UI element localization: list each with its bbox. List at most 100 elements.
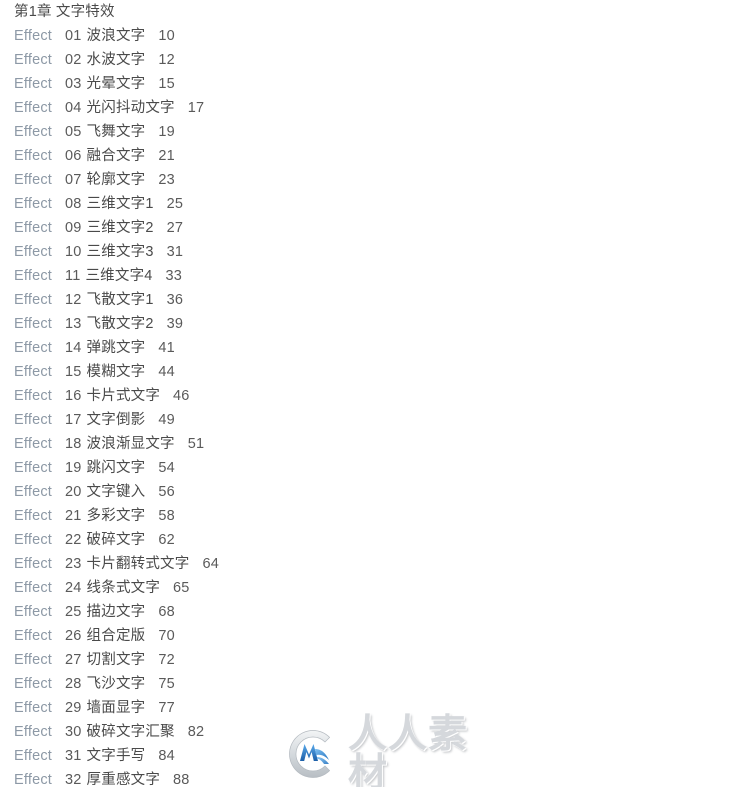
toc-entry-page-number: 41 (158, 340, 175, 356)
toc-entry[interactable]: Effect 16 卡片式文字 46 (14, 384, 714, 408)
toc-entry-label: Effect (14, 604, 53, 620)
toc-entry-label: Effect (14, 700, 53, 716)
toc-entry-number: 16 (65, 388, 82, 404)
toc-entry[interactable]: Effect 12 飞散文字1 36 (14, 288, 714, 312)
toc-entry[interactable]: Effect 02 水波文字 12 (14, 48, 714, 72)
toc-entry[interactable]: Effect 29 墙面显字 77 (14, 696, 714, 720)
toc-entry-page-number: 62 (158, 532, 175, 548)
toc-entry-label: Effect (14, 772, 53, 787)
toc-entry-name: 轮廓文字 (86, 172, 146, 188)
toc-entry-label: Effect (14, 580, 53, 596)
toc-entry-number: 15 (65, 364, 82, 380)
toc-entry-number: 30 (65, 724, 82, 740)
toc-entry-page-number: 36 (166, 292, 184, 308)
toc-entry-number: 20 (65, 484, 82, 500)
toc-entry-number: 26 (65, 628, 82, 644)
toc-entry-name: 文字手写 (86, 748, 146, 764)
toc-entry-label: Effect (14, 220, 53, 236)
toc-entry[interactable]: Effect 06 融合文字 21 (14, 144, 714, 168)
toc-entry[interactable]: Effect 30 破碎文字汇聚 82 (14, 720, 714, 744)
toc-entry[interactable]: Effect 05 飞舞文字 19 (14, 120, 714, 144)
toc-entry-name: 弹跳文字 (86, 340, 146, 356)
toc-entry-number: 07 (65, 172, 82, 188)
toc-entry-label: Effect (14, 340, 53, 356)
toc-entry[interactable]: Effect 23 卡片翻转式文字 64 (14, 552, 714, 576)
toc-entry-name: 描边文字 (86, 604, 146, 620)
toc-entry-number: 14 (65, 340, 82, 356)
toc-entry-page-number: 65 (173, 580, 190, 596)
toc-entry-list: Effect 01 波浪文字 10 Effect 02 水波文字 12 Effect 03 光晕文字… (14, 24, 714, 787)
toc-entry-page-number: 82 (187, 724, 205, 740)
toc-entry-name: 光晕文字 (86, 76, 146, 92)
toc-entry-number: 32 (65, 772, 82, 787)
toc-entry-page-number: 84 (158, 748, 175, 764)
chapter-title: 第1章 文字特效 (14, 4, 115, 20)
toc-entry-number: 29 (65, 700, 82, 716)
toc-entry-label: Effect (14, 556, 53, 572)
toc-entry-page-number: 58 (158, 508, 175, 524)
toc-entry-name: 融合文字 (86, 148, 146, 164)
toc-entry-label: Effect (14, 676, 53, 692)
toc-entry-label: Effect (14, 652, 53, 668)
toc-entry[interactable]: Effect 21 多彩文字 58 (14, 504, 714, 528)
toc-entry[interactable]: Effect 31 文字手写 84 (14, 744, 714, 768)
toc-entry-name: 飞散文字2 (86, 316, 154, 332)
toc-entry-label: Effect (14, 292, 53, 308)
toc-entry[interactable]: Effect 22 破碎文字 62 (14, 528, 714, 552)
toc-entry[interactable]: Effect 26 组合定版 70 (14, 624, 714, 648)
toc-entry-page-number: 46 (173, 388, 190, 404)
toc-entry[interactable]: Effect 15 模糊文字 44 (14, 360, 714, 384)
toc-entry-label: Effect (14, 244, 53, 260)
toc-entry-number: 18 (65, 436, 82, 452)
toc-entry[interactable]: Effect 09 三维文字2 27 (14, 216, 714, 240)
toc-entry-number: 04 (65, 100, 82, 116)
toc-entry[interactable]: Effect 01 波浪文字 10 (14, 24, 714, 48)
toc-entry-label: Effect (14, 628, 53, 644)
toc-entry[interactable]: Effect 25 描边文字 68 (14, 600, 714, 624)
toc-entry-label: Effect (14, 364, 53, 380)
toc-entry-number: 17 (65, 412, 82, 428)
toc-entry-name: 跳闪文字 (86, 460, 146, 476)
toc-entry[interactable]: Effect 13 飞散文字2 39 (14, 312, 714, 336)
toc-entry-number: 31 (65, 748, 82, 764)
toc-entry[interactable]: Effect 19 跳闪文字 54 (14, 456, 714, 480)
toc-entry-number: 02 (65, 52, 82, 68)
toc-entry-name: 波浪文字 (86, 28, 146, 44)
toc-entry[interactable]: Effect 18 波浪渐显文字 51 (14, 432, 714, 456)
toc-entry[interactable]: Effect 04 光闪抖动文字 17 (14, 96, 714, 120)
toc-entry-label: Effect (14, 196, 53, 212)
toc-entry-page-number: 23 (158, 172, 175, 188)
toc-entry[interactable]: Effect 07 轮廓文字 23 (14, 168, 714, 192)
toc-entry[interactable]: Effect 28 飞沙文字 75 (14, 672, 714, 696)
toc-entry[interactable]: Effect 03 光晕文字 15 (14, 72, 714, 96)
toc-entry-label: Effect (14, 100, 53, 116)
toc-entry[interactable]: Effect 24 线条式文字 65 (14, 576, 714, 600)
toc-entry[interactable]: Effect 27 切割文字 72 (14, 648, 714, 672)
toc-entry-label: Effect (14, 268, 53, 284)
toc-entry-name: 水波文字 (86, 52, 146, 68)
toc-entry-page-number: 72 (158, 652, 175, 668)
toc-entry-page-number: 25 (166, 196, 184, 212)
toc-entry-label: Effect (14, 52, 53, 68)
toc-entry-number: 22 (65, 532, 82, 548)
toc-entry[interactable]: Effect 32 厚重感文字 88 (14, 768, 714, 787)
document-page: 第1章 文字特效 Effect 01 波浪文字 10 Effect 02 水波文字 12 Eff… (0, 0, 753, 787)
toc-entry-number: 11 (65, 268, 81, 284)
toc-entry[interactable]: Effect 20 文字键入 56 (14, 480, 714, 504)
toc-entry-page-number: 54 (158, 460, 175, 476)
toc-entry-name: 文字键入 (86, 484, 146, 500)
toc-entry-name: 破碎文字汇聚 (86, 724, 175, 740)
toc-entry[interactable]: Effect 17 文字倒影 49 (14, 408, 714, 432)
toc-entry[interactable]: Effect 08 三维文字1 25 (14, 192, 714, 216)
toc-entry[interactable]: Effect 11 三维文字4 33 (14, 264, 714, 288)
toc-entry-page-number: 75 (158, 676, 175, 692)
toc-entry-number: 24 (65, 580, 82, 596)
toc-entry-name: 三维文字1 (86, 196, 154, 212)
toc-entry-name: 多彩文字 (86, 508, 146, 524)
toc-entry-name: 文字倒影 (86, 412, 146, 428)
toc-entry-name: 墙面显字 (86, 700, 146, 716)
toc-entry[interactable]: Effect 14 弹跳文字 41 (14, 336, 714, 360)
toc-entry-page-number: 51 (187, 436, 205, 452)
toc-entry[interactable]: Effect 10 三维文字3 31 (14, 240, 714, 264)
toc-entry-page-number: 70 (158, 628, 175, 644)
